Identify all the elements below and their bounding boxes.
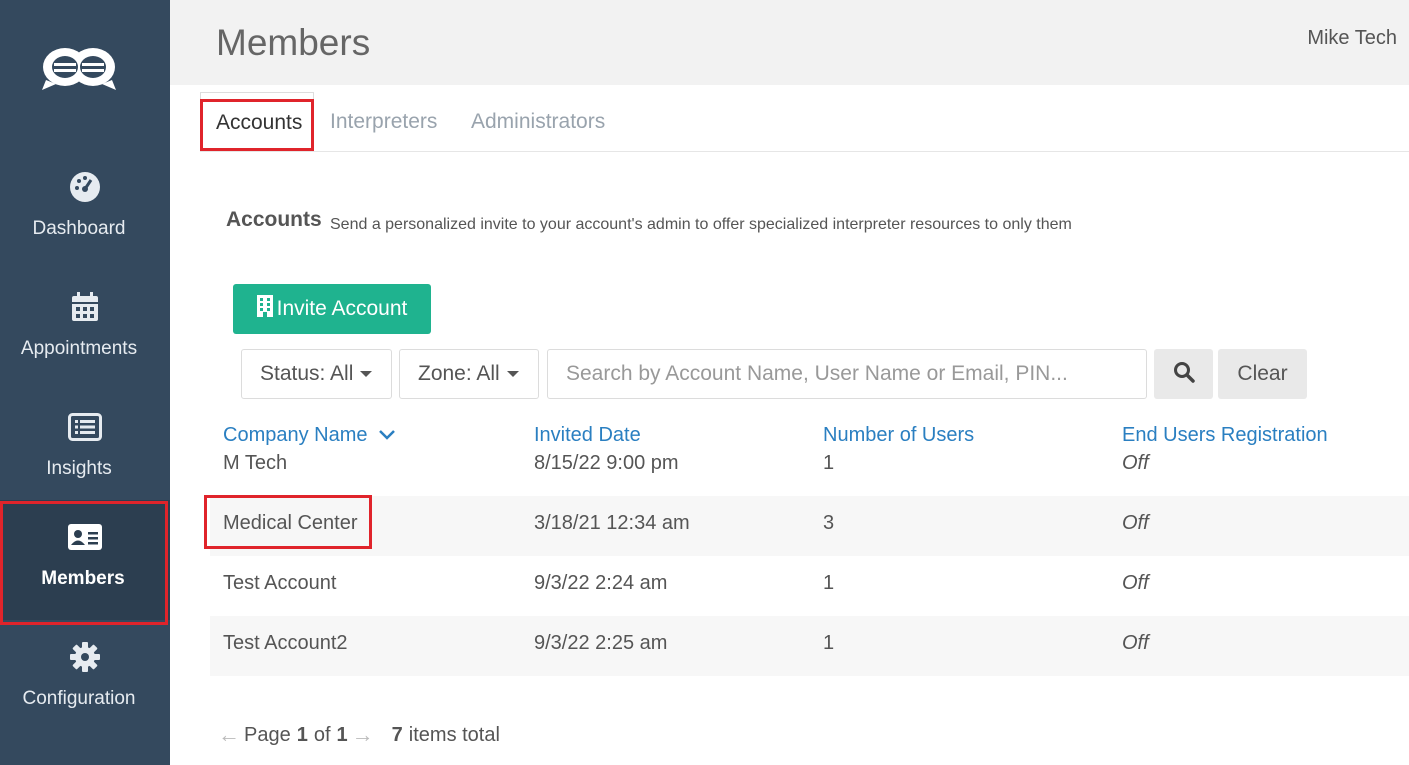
tab-interpreters[interactable]: Interpreters <box>316 92 451 151</box>
zone-filter-dropdown[interactable]: Zone: All <box>399 349 539 399</box>
column-header-label: Company Name <box>223 424 368 446</box>
zone-filter-label: Zone: All <box>418 362 500 385</box>
arrow-right-icon[interactable]: → <box>352 722 374 748</box>
sidebar: Dashboard Appointments Insights Members … <box>0 0 170 765</box>
app-logo-icon[interactable] <box>40 44 120 92</box>
arrow-left-icon[interactable]: ← <box>218 722 240 748</box>
page-word: Page <box>244 723 291 746</box>
highlight-box <box>0 501 168 625</box>
search-button[interactable] <box>1154 349 1213 399</box>
highlight-box <box>204 495 372 549</box>
page-header: Members Mike Tech <box>170 0 1409 85</box>
registration-cell: Off <box>1122 572 1149 594</box>
sidebar-item-label: Appointments <box>20 338 138 359</box>
search-icon <box>1173 361 1195 388</box>
sidebar-item-insights[interactable]: Insights <box>0 370 170 490</box>
table-row[interactable]: Test Account2 9/3/22 2:25 am 1 Off <box>210 616 1409 676</box>
tab-bar: Accounts Interpreters Administrators <box>200 92 1409 152</box>
status-filter-dropdown[interactable]: Status: All <box>241 349 392 399</box>
caret-down-icon <box>506 371 519 377</box>
table-row[interactable]: Medical Center 3/18/21 12:34 am 3 Off <box>210 496 1409 556</box>
invited-date-cell: 3/18/21 12:34 am <box>534 512 690 534</box>
tab-administrators[interactable]: Administrators <box>457 92 619 151</box>
user-count-cell: 1 <box>823 632 835 654</box>
highlight-box <box>200 99 314 151</box>
items-total-label: items total <box>408 723 500 746</box>
company-name-cell: Test Account2 <box>223 632 348 654</box>
invite-account-label: Invite Account <box>276 297 408 320</box>
section-description: Send a personalized invite to your accou… <box>330 216 1072 233</box>
clear-button[interactable]: Clear <box>1218 349 1307 399</box>
registration-cell: Off <box>1122 452 1149 474</box>
gear-icon <box>0 640 170 674</box>
sidebar-item-configuration[interactable]: Configuration <box>0 610 170 730</box>
accounts-table-body[interactable]: M Tech 8/15/22 9:00 pm 1 Off Medical Cen… <box>210 449 1409 676</box>
section-title: Accounts <box>226 208 322 231</box>
total-pages: 1 <box>336 723 348 746</box>
user-count-cell: 1 <box>823 452 835 474</box>
status-filter-label: Status: All <box>260 362 354 385</box>
company-name-cell: Test Account <box>223 572 337 594</box>
company-name-cell: M Tech <box>223 452 288 474</box>
table-row[interactable]: M Tech 8/15/22 9:00 pm 1 Off <box>210 449 1409 496</box>
invite-account-button[interactable]: Invite Account <box>233 284 431 334</box>
invited-date-cell: 8/15/22 9:00 pm <box>534 452 679 474</box>
caret-down-icon <box>360 371 373 377</box>
invited-date-cell: 9/3/22 2:24 am <box>534 572 668 594</box>
column-header-company[interactable]: Company Name <box>223 424 396 447</box>
registration-cell: Off <box>1122 632 1149 654</box>
search-input[interactable] <box>547 349 1147 399</box>
calendar-icon <box>0 290 170 324</box>
list-alt-icon <box>0 410 170 444</box>
page-title: Members <box>216 22 371 63</box>
pagination: ← Page 1 of 1 → 7 items total <box>218 722 500 748</box>
registration-cell: Off <box>1122 512 1149 534</box>
column-header-invited-date[interactable]: Invited Date <box>534 424 641 447</box>
chevron-down-icon <box>378 424 396 447</box>
user-menu[interactable]: Mike Tech <box>1307 27 1397 50</box>
sidebar-item-label: Insights <box>46 458 112 479</box>
current-page: 1 <box>296 723 308 746</box>
building-icon <box>256 295 273 323</box>
sidebar-item-appointments[interactable]: Appointments <box>0 250 170 370</box>
items-total-count: 7 <box>391 723 403 746</box>
column-header-number-of-users[interactable]: Number of Users <box>823 424 974 447</box>
sidebar-item-dashboard[interactable]: Dashboard <box>0 130 170 250</box>
column-header-end-users-registration[interactable]: End Users Registration <box>1122 424 1328 447</box>
table-row[interactable]: Test Account 9/3/22 2:24 am 1 Off <box>210 556 1409 616</box>
invited-date-cell: 9/3/22 2:25 am <box>534 632 668 654</box>
dashboard-gauge-icon <box>0 170 170 204</box>
of-word: of <box>313 723 331 746</box>
user-count-cell: 3 <box>823 512 835 534</box>
sidebar-item-label: Dashboard <box>32 218 126 239</box>
sidebar-item-label: Configuration <box>22 688 136 709</box>
user-count-cell: 1 <box>823 572 835 594</box>
